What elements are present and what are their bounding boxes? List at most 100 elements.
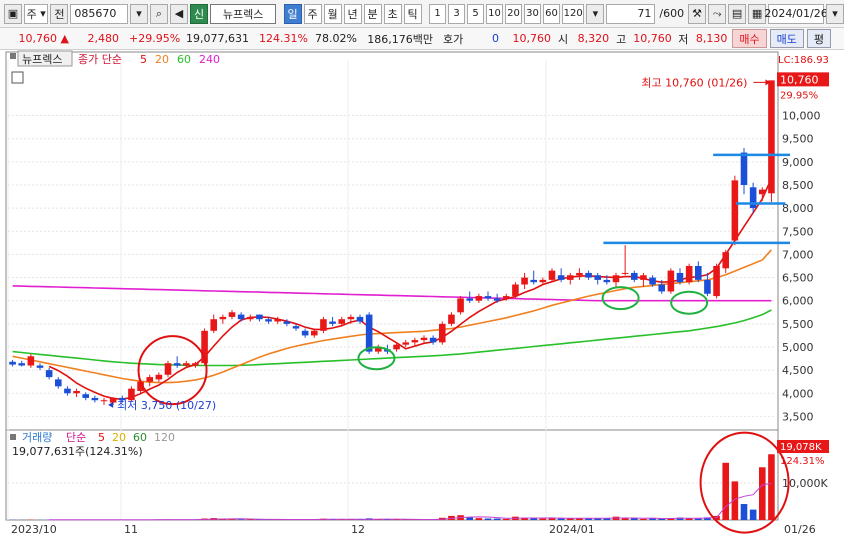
- interval-1[interactable]: 1: [429, 3, 447, 24]
- up-arrow-icon: ▲: [60, 32, 69, 45]
- y-tick-label: 4,000: [782, 387, 814, 400]
- candle-body: [393, 344, 400, 350]
- search-icon[interactable]: ⌕: [150, 3, 168, 24]
- dropdown-icon[interactable]: ▾: [130, 3, 148, 24]
- market-select[interactable]: 주 ▾: [24, 3, 49, 24]
- tab-minute[interactable]: 분: [363, 3, 382, 24]
- candle-body: [539, 279, 547, 283]
- interval-120[interactable]: 120: [562, 3, 585, 24]
- low-annotation: 최저 3,750 (10/27): [117, 399, 216, 412]
- candle-body: [146, 377, 154, 382]
- candle-body: [210, 319, 218, 331]
- quote-change-pct: +29.95%: [129, 32, 181, 45]
- volume-bar: [585, 518, 592, 520]
- tab-week[interactable]: 주: [303, 3, 322, 24]
- candle-body: [64, 388, 71, 394]
- stock-name: 뉴프렉스: [210, 3, 277, 24]
- tab-tick[interactable]: 틱: [403, 3, 422, 24]
- interval-5[interactable]: 5: [467, 3, 485, 24]
- interval-3[interactable]: 3: [448, 3, 466, 24]
- interval-60[interactable]: 60: [543, 3, 561, 24]
- date-dropdown-icon[interactable]: ▾: [826, 3, 844, 24]
- tools-icon[interactable]: ⚒: [688, 3, 707, 24]
- x-tick-label: 12: [351, 523, 365, 536]
- y-tick-label: 4,500: [782, 364, 814, 377]
- candle-body: [9, 361, 16, 365]
- tab-second[interactable]: 초: [383, 3, 402, 24]
- interval-30[interactable]: 30: [524, 3, 542, 24]
- chart-type-icon[interactable]: ⤳: [708, 3, 727, 24]
- candle-body: [164, 363, 172, 375]
- candle-body: [73, 390, 80, 394]
- candle-body: [704, 279, 711, 294]
- candle-body: [338, 319, 346, 324]
- tab-day[interactable]: 일: [283, 3, 302, 24]
- candle-body: [155, 374, 163, 380]
- candle-body: [676, 272, 684, 283]
- volume-bar: [621, 518, 629, 520]
- volume-bar: [502, 518, 510, 520]
- volume-bar: [722, 462, 730, 520]
- lc-label: LC:186.93: [778, 55, 829, 66]
- more-button[interactable]: 평: [806, 29, 831, 48]
- candle-body: [548, 270, 556, 280]
- candle-body: [420, 337, 428, 341]
- candle-body: [173, 363, 181, 366]
- layout-icon[interactable]: ▣: [4, 3, 22, 24]
- x-tick-label: 11: [124, 523, 138, 536]
- volume-bar: [749, 509, 757, 520]
- candle-body: [256, 314, 263, 320]
- candle-body: [265, 319, 272, 322]
- y-tick-label: 5,500: [782, 318, 814, 331]
- candle-body: [566, 275, 574, 280]
- candle-body: [310, 330, 318, 336]
- candle-body: [237, 314, 245, 320]
- candle-body: [438, 323, 446, 343]
- candle-body: [594, 275, 602, 280]
- sell-button[interactable]: 매도: [769, 29, 804, 48]
- count-total: /600: [659, 7, 685, 20]
- tab-year[interactable]: 년: [343, 3, 362, 24]
- date-input[interactable]: 2024/01/26: [764, 3, 828, 24]
- quote-change: 2,480: [87, 32, 120, 45]
- speaker-icon[interactable]: ◀︎: [170, 3, 188, 24]
- candle-body: [182, 363, 190, 366]
- quote-volume: 19,077,631: [186, 32, 249, 45]
- save-icon[interactable]: ▤: [728, 3, 747, 24]
- ma60-line: [12, 309, 772, 367]
- code-input[interactable]: 085670: [70, 3, 128, 24]
- quote-low: 8,130: [695, 32, 728, 45]
- candle-body: [612, 275, 620, 283]
- candle-body: [740, 152, 748, 185]
- buy-button[interactable]: 매수: [732, 29, 767, 48]
- quote-amount: 186,176백만: [367, 32, 433, 46]
- volume-legend-ma-period: 5: [98, 431, 105, 444]
- interval-dropdown-icon[interactable]: ▾: [586, 3, 605, 24]
- x-tick-label: 2023/10: [11, 523, 57, 536]
- count-input[interactable]: 71: [606, 3, 656, 24]
- volume-bar: [530, 518, 538, 520]
- candle-body: [18, 363, 26, 366]
- candle-body: [649, 277, 656, 285]
- candle-body: [621, 272, 629, 274]
- tab-month[interactable]: 월: [323, 3, 342, 24]
- candle-body: [475, 296, 483, 301]
- y-tick-label: 6,500: [782, 272, 814, 285]
- volume-bar: [768, 454, 775, 520]
- ma240-line: [12, 285, 772, 302]
- grid-toggle-icon: [11, 71, 24, 84]
- interval-10[interactable]: 10: [486, 3, 504, 24]
- candle-body: [493, 298, 501, 301]
- interval-20[interactable]: 20: [505, 3, 523, 24]
- candle-body: [27, 356, 35, 366]
- candle-body: [329, 321, 336, 324]
- volume-bar: [740, 504, 748, 520]
- volume-legend-prefix: 단순: [66, 431, 86, 444]
- y-tick-label: 7,000: [782, 248, 814, 261]
- stock-chart[interactable]: 3,500 4,000 4,500 5,000 5,500 6,000 6,500 7,000…: [0, 50, 844, 540]
- prev-button[interactable]: 전: [50, 3, 69, 24]
- legend-name: 뉴프렉스: [22, 53, 62, 66]
- legend-menu-icon: [10, 53, 16, 59]
- candle-body: [283, 321, 291, 324]
- candle-body: [448, 314, 455, 324]
